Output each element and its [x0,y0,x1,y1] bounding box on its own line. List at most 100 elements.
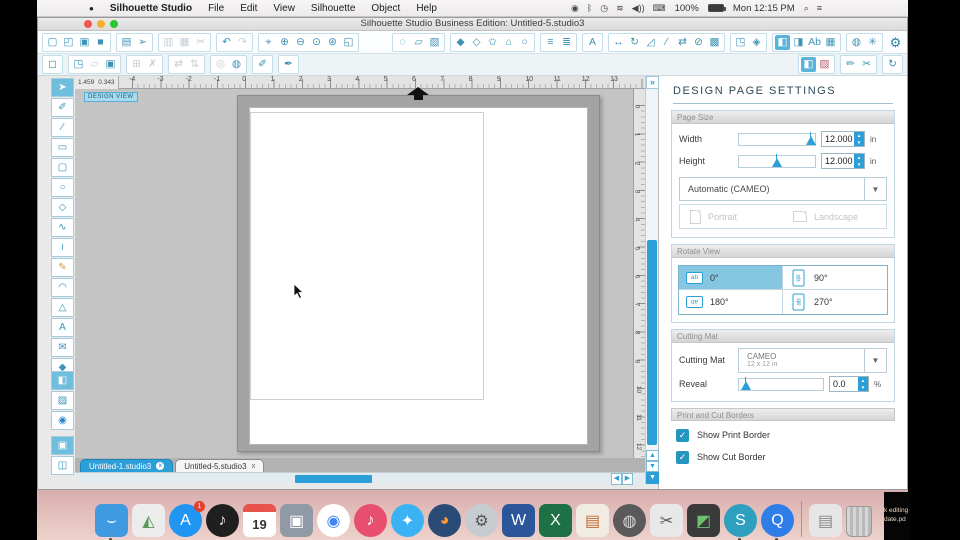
zoom-in-icon[interactable]: ⊕ [277,35,292,50]
trace-icon[interactable]: ◍ [229,57,244,72]
mirror-icon[interactable]: ⇄ [675,35,690,50]
collapse-panel-button[interactable]: » [646,76,659,89]
undo-icon[interactable]: ↶ [219,35,234,50]
apple-menu-icon[interactable]: ● [89,4,94,13]
new-file-icon[interactable]: ▢ [45,35,60,50]
gauge-app-icon[interactable]: ♪ [206,504,239,537]
finder-icon[interactable]: ⌣ [95,504,128,540]
menu-item-edit[interactable]: Edit [240,3,257,14]
scale-icon[interactable]: ◿ [643,35,658,50]
edit-points-tool-icon[interactable]: ✐ [51,98,74,117]
fill-gradient-icon[interactable]: ⌂ [501,35,516,50]
silhouette-studio-icon[interactable]: S [724,504,757,540]
pan-icon[interactable]: ⌖ [261,35,276,50]
scroll-up-button[interactable]: ▲ [646,450,659,461]
reveal-spin-down[interactable]: ▼ [858,384,868,391]
width-spin-up[interactable]: ▲ [854,132,864,139]
photo-editor-icon[interactable]: ◩ [687,504,720,537]
select-by-color-icon[interactable]: ▧ [427,35,442,50]
menu-clock[interactable]: Mon 12:15 PM [733,3,795,14]
vertical-scroll-thumb[interactable] [647,240,657,445]
print-icon[interactable]: ▤ [119,35,134,50]
line-thickness-icon[interactable]: ≣ [559,35,574,50]
app-store-icon[interactable]: A1 [169,501,205,537]
reveal-value[interactable]: 0.0 [830,377,858,391]
rounded-rectangle-tool-icon[interactable]: ▢ [51,158,74,177]
photos-icon[interactable]: ◭ [132,504,165,537]
regular-polygon-tool-icon[interactable]: △ [51,298,74,317]
scroll-left-button[interactable]: ◀ [611,473,622,485]
menu-item-silhouette[interactable]: Silhouette [311,3,355,14]
page-settings-icon[interactable]: ◧ [775,34,790,50]
system-preferences-icon[interactable]: ⚙ [465,504,498,537]
move-icon[interactable]: ↔ [611,35,626,50]
height-spin-down[interactable]: ▼ [854,161,864,168]
itunes-icon[interactable]: ♪ [354,504,387,537]
rotate-0-button[interactable]: ab 0° [679,266,783,290]
sync-icon[interactable]: ↻ [885,57,900,72]
checkbox-checked-icon[interactable]: ✓ [676,428,689,442]
fill-color-icon[interactable]: ◆ [453,35,468,50]
duplicate-icon[interactable]: ▣ [103,57,118,72]
save-icon[interactable]: ▣ [77,35,92,50]
tab-close-icon[interactable]: x [252,463,256,470]
office-app-icon[interactable]: ▤ [576,504,609,537]
rotate-icon[interactable]: ↻ [627,35,642,50]
scissors-app-icon[interactable]: ✂ [650,504,683,537]
width-value[interactable]: 12.000 [822,132,854,146]
fill-page-icon[interactable]: ▣ [51,436,74,455]
chrome-icon[interactable]: ◉ [317,504,350,537]
excel-icon[interactable]: X [539,504,572,537]
wifi-icon[interactable]: ≋ [616,3,624,14]
line-color-icon[interactable]: ◇ [469,35,484,50]
menu-item-file[interactable]: File [208,3,224,14]
zoom-to-selection-icon[interactable]: ◳ [71,57,86,72]
menu-item-object[interactable]: Object [371,3,400,14]
lasso-icon[interactable]: ◌ [395,35,410,50]
reveal-spin-up[interactable]: ▲ [858,377,868,384]
text-style-icon[interactable]: A [585,35,600,50]
page-preset-dropdown[interactable]: Automatic (CAMEO) ▼ [679,177,887,201]
screen-record-icon[interactable]: ◉ [571,3,579,14]
height-value[interactable]: 12.000 [822,154,854,168]
displays-pref-icon[interactable]: ▣ [280,504,313,537]
tab-close-icon[interactable]: x [156,462,165,470]
trash-icon[interactable] [846,506,872,537]
preferences-gear-icon[interactable]: ⚙ [888,35,903,50]
design-view-icon[interactable]: ◧ [51,371,74,390]
freehand-tool-icon[interactable]: ≀ [51,238,74,257]
ellipse-tool-icon[interactable]: ○ [51,178,74,197]
height-slider[interactable] [738,153,816,168]
design-page-settings-icon[interactable]: ◧ [801,57,816,72]
text-options-icon[interactable]: Ab [807,35,822,50]
rotate-180-button[interactable]: ab 180° [679,290,783,314]
input-source-icon[interactable]: ⌨ [653,3,666,14]
save-as-icon[interactable]: ■ [93,35,108,50]
split-view-icon[interactable]: ◫ [51,456,74,475]
fill-pattern-icon[interactable]: ✩ [485,35,500,50]
bluetooth-icon[interactable]: ᛒ [587,3,592,14]
line-style-icon[interactable]: ≡ [543,35,558,50]
knife-icon[interactable]: ✒ [281,57,296,72]
grid-options-icon[interactable]: ▦ [823,35,838,50]
selection-tools-icon[interactable]: ◻ [45,57,60,72]
send-to-cutter-icon[interactable]: ✂ [859,57,874,72]
word-icon[interactable]: W [502,504,535,537]
arc-tool-icon[interactable]: ◠ [51,278,74,297]
reveal-slider[interactable] [738,376,824,391]
scroll-right-button[interactable]: ▶ [622,473,633,485]
workspace[interactable] [75,87,633,458]
pixscan-icon[interactable]: ▨ [817,57,832,72]
zoom-out-icon[interactable]: ⊖ [293,35,308,50]
offset-icon[interactable]: ◳ [733,35,748,50]
drag-zoom-icon[interactable]: ⊛ [325,35,340,50]
notification-center-icon[interactable]: ≡ [817,3,822,14]
menu-item-help[interactable]: Help [416,3,437,14]
spotlight-icon[interactable]: ⌕ [804,3,809,14]
cutting-mat-dropdown[interactable]: CAMEO 12 x 12 in ▼ [738,347,887,373]
effects-icon[interactable]: ✳ [865,35,880,50]
line-tool-icon[interactable]: ∕ [51,118,74,137]
width-slider[interactable] [738,131,816,146]
curve-tool-icon[interactable]: ∿ [51,218,74,237]
horizontal-scrollbar[interactable]: ◀ ▶ [75,472,645,485]
